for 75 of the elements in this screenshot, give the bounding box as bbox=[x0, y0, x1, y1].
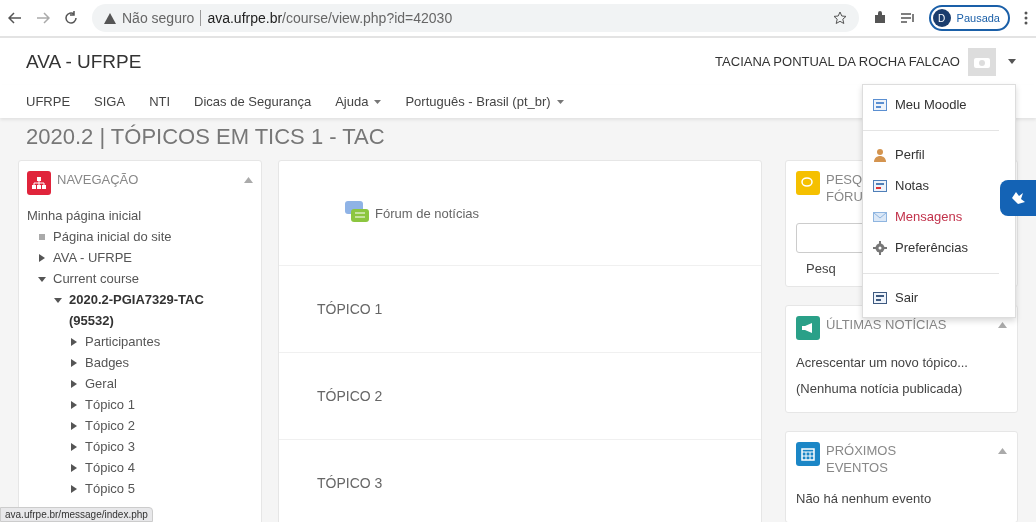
nav-tree-item[interactable]: Tópico 3 bbox=[85, 436, 135, 457]
chat-bubbles-icon bbox=[345, 201, 369, 225]
profile-button[interactable]: D Pausada bbox=[928, 5, 1010, 31]
forum-link[interactable]: Fórum de notícias bbox=[375, 205, 480, 221]
nav-tree-item[interactable]: Geral bbox=[85, 373, 117, 394]
puzzle-icon[interactable] bbox=[872, 11, 887, 25]
more-icon[interactable] bbox=[1024, 11, 1028, 25]
nav-menu-item[interactable]: UFRPE bbox=[26, 94, 71, 109]
nav-tree-item[interactable]: Current course bbox=[53, 268, 139, 289]
menu-item[interactable]: Meu Moodle bbox=[863, 89, 999, 120]
calendar-icon bbox=[796, 442, 820, 466]
url-text: ava.ufrpe.br/course/view.php?id=42030 bbox=[207, 10, 453, 26]
nav-tree-item[interactable]: Badges bbox=[85, 352, 130, 373]
envelope-icon bbox=[873, 209, 887, 224]
star-icon[interactable] bbox=[832, 11, 847, 25]
collapsed-icon[interactable] bbox=[70, 379, 78, 388]
collapsed-icon[interactable] bbox=[70, 400, 78, 409]
block-text: (Nenhuma notícia publicada) bbox=[796, 380, 964, 398]
nav-menu-item[interactable]: Ajuda bbox=[335, 94, 382, 109]
back-icon[interactable] bbox=[8, 12, 22, 24]
person-icon bbox=[873, 147, 887, 162]
nav-tree-item[interactable]: AVA - UFRPE bbox=[53, 247, 132, 268]
playlist-icon[interactable] bbox=[900, 12, 915, 24]
sitemap-icon bbox=[27, 171, 51, 195]
megaphone-icon bbox=[796, 316, 820, 340]
menu-item[interactable]: Mensagens bbox=[863, 201, 999, 232]
user-name[interactable]: TACIANA PONTUAL DA ROCHA FALCAO bbox=[715, 54, 960, 69]
security-label: Não seguro bbox=[122, 10, 195, 26]
block-title: NAVEGAÇÃO bbox=[57, 171, 139, 188]
search-button[interactable]: Pesq bbox=[806, 261, 836, 276]
nav-tree-item[interactable]: Tópico 4 bbox=[85, 457, 135, 478]
block-text: Não há nenhum evento bbox=[796, 490, 933, 508]
caret-icon bbox=[556, 99, 564, 104]
collapsed-icon[interactable] bbox=[70, 358, 78, 367]
accessibility-button[interactable] bbox=[1000, 180, 1036, 216]
nav-tree-item[interactable]: Página inicial do site bbox=[53, 226, 172, 247]
collapsed-icon[interactable] bbox=[70, 442, 78, 451]
block-title: PRÓXIMOS EVENTOS bbox=[826, 442, 898, 476]
page-title: 2020.2 | TÓPICOS EM TICS 1 - TAC bbox=[26, 124, 386, 150]
nav-menu-item[interactable]: Dicas de Segurança bbox=[194, 94, 312, 109]
block-title: PESQ FÓRU bbox=[826, 171, 863, 205]
nav-tree-item[interactable]: Tópico 2 bbox=[85, 415, 135, 436]
status-url: ava.ufrpe.br/message/index.php bbox=[0, 507, 153, 522]
warning-icon bbox=[104, 12, 116, 24]
nav-tree-item[interactable]: Tópico 1 bbox=[85, 394, 135, 415]
caret-icon[interactable] bbox=[1008, 59, 1016, 64]
expanded-icon[interactable] bbox=[54, 295, 62, 304]
bullet-icon bbox=[39, 233, 45, 240]
collapsed-icon[interactable] bbox=[38, 253, 46, 262]
section-title: TÓPICO 3 bbox=[317, 475, 383, 491]
section-title: TÓPICO 1 bbox=[317, 301, 383, 317]
collapsed-icon[interactable] bbox=[70, 463, 78, 472]
nav-menu-item[interactable]: Português - Brasil (pt_br) bbox=[405, 94, 564, 109]
menu-item[interactable]: Notas bbox=[863, 170, 999, 201]
nav-tree-item[interactable]: Participantes bbox=[85, 331, 161, 352]
add-topic-link[interactable]: Acrescentar um novo tópico... bbox=[796, 350, 1007, 376]
reload-icon[interactable] bbox=[64, 11, 78, 25]
gear-icon bbox=[873, 240, 887, 255]
expanded-icon[interactable] bbox=[38, 274, 46, 283]
caret-icon bbox=[374, 99, 382, 104]
site-title[interactable]: AVA - UFRPE bbox=[26, 50, 716, 73]
collapsed-icon[interactable] bbox=[70, 421, 78, 430]
section-title: TÓPICO 2 bbox=[317, 388, 383, 404]
collapsed-icon[interactable] bbox=[70, 337, 78, 346]
menu-item[interactable]: Preferências bbox=[863, 232, 999, 263]
address-bar[interactable]: Não seguro ava.ufrpe.br/course/view.php?id=42030 bbox=[92, 4, 859, 32]
collapsed-icon[interactable] bbox=[70, 484, 78, 493]
nav-tree-item[interactable]: 2020.2-PGIA7329-TAC (95532) bbox=[69, 289, 219, 331]
block-title: ÚLTIMAS NOTÍCIAS bbox=[826, 316, 947, 333]
menu-item[interactable]: Sair bbox=[863, 273, 999, 313]
nav-tree-item[interactable]: Tópico 5 bbox=[85, 478, 135, 499]
nav-menu-item[interactable]: NTI bbox=[149, 94, 171, 109]
nav-menu-item[interactable]: SIGA bbox=[94, 94, 126, 109]
menu-item[interactable]: Perfil bbox=[863, 130, 999, 170]
nav-tree-item[interactable]: Minha página inicial bbox=[27, 205, 142, 226]
